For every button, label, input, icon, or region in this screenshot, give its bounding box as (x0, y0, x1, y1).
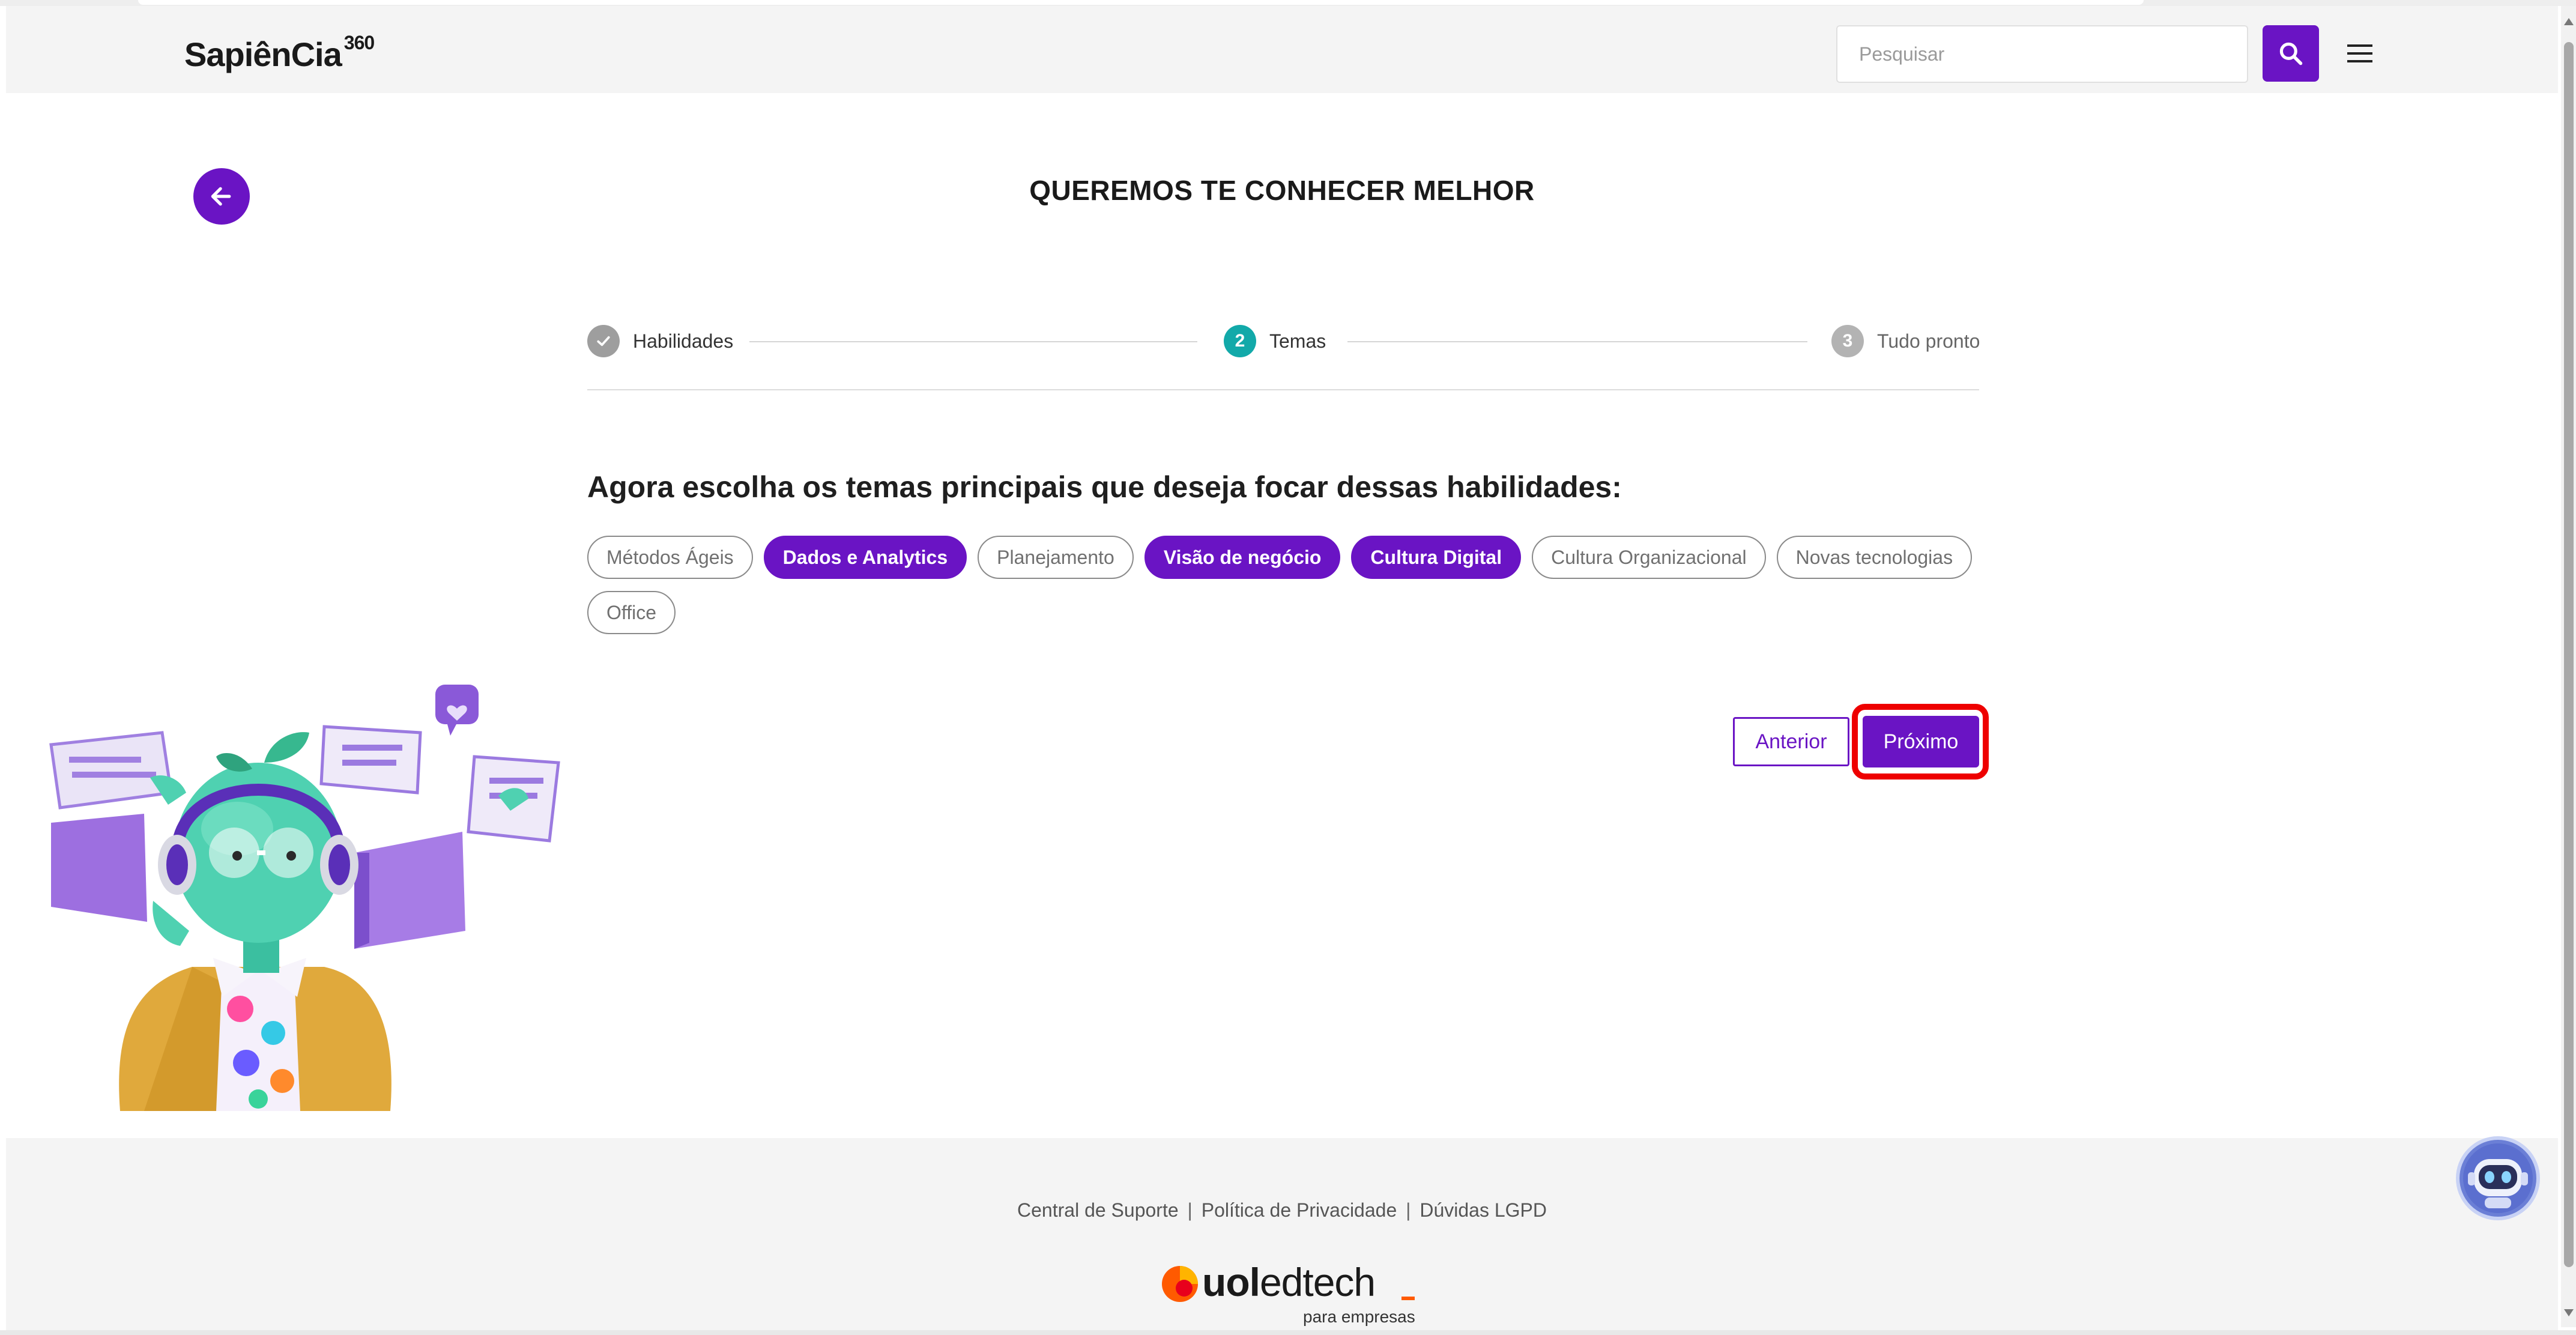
step-label: Habilidades (633, 330, 734, 352)
scroll-down-icon[interactable] (2564, 1309, 2574, 1316)
footer-separator: | (1406, 1199, 1411, 1221)
search-icon (2279, 42, 2303, 65)
brand-edtech: edtech (1259, 1260, 1376, 1304)
topic-chip[interactable]: Cultura Digital (1351, 536, 1522, 579)
check-icon (597, 336, 610, 347)
topic-chip[interactable]: Dados e Analytics (763, 536, 967, 579)
stepper-line-1 (749, 341, 1197, 342)
brand-underscore (1401, 1297, 1415, 1300)
back-button[interactable] (193, 168, 250, 225)
chatbot-button[interactable] (2456, 1136, 2540, 1220)
browser-frame-tab (138, 0, 2144, 5)
uol-sun-icon (1162, 1266, 1198, 1302)
browser-frame-top (0, 0, 2576, 6)
floating-screen-center (319, 725, 422, 795)
page-title: QUEREMOS TE CONHECER MELHOR (1029, 175, 1535, 206)
brand-logo[interactable]: SapiênCia 360 (184, 32, 375, 74)
topic-chip[interactable]: Métodos Ágeis (587, 536, 753, 579)
brand-text: uoledtech (1202, 1259, 1376, 1305)
search-button[interactable] (2263, 25, 2319, 82)
browser-frame-bottom (0, 1330, 2576, 1335)
step-tudo-pronto: 3 Tudo pronto (1831, 324, 1980, 358)
step-completed-circle (587, 325, 620, 357)
step-habilidades: Habilidades (587, 324, 733, 358)
topic-chip[interactable]: Novas tecnologias (1776, 536, 1973, 579)
next-button[interactable]: Próximo (1863, 716, 1979, 767)
brand-uol: uol (1202, 1260, 1260, 1304)
scrollbar-thumb[interactable] (2564, 42, 2574, 1267)
previous-button[interactable]: Anterior (1733, 717, 1849, 766)
step-temas: 2 Temas (1224, 324, 1326, 358)
hamburger-menu-button[interactable] (2336, 34, 2384, 73)
logo-sup: 360 (343, 32, 375, 54)
progress-stepper: Habilidades 2 Temas 3 Tudo pronto (587, 324, 1980, 360)
footer-separator: | (1187, 1199, 1193, 1221)
stepper-divider (587, 389, 1979, 390)
menu-icon (2347, 44, 2372, 62)
step-number: 2 (1224, 325, 1256, 357)
topic-chip[interactable]: Planejamento (978, 536, 1134, 579)
robot-icon (2463, 1143, 2533, 1213)
brand-subtitle: para empresas (1303, 1307, 1415, 1326)
uol-edtech-logo: uoledtech para empresas (1160, 1258, 1424, 1326)
character-illustration (49, 685, 560, 1111)
footer-link-lgpd[interactable]: Dúvidas LGPD (1420, 1199, 1547, 1221)
arrow-left-icon (211, 187, 231, 206)
footer-link-support[interactable]: Central de Suporte (1017, 1199, 1179, 1221)
page-footer: Central de Suporte | Política de Privaci… (6, 1138, 2558, 1330)
floating-screen-left (49, 731, 173, 810)
top-header: SapiênCia 360 (6, 6, 2558, 93)
topic-chips: Métodos Ágeis Dados e Analytics Planejam… (587, 536, 1992, 634)
search-input[interactable] (1836, 25, 2248, 83)
step-label: Temas (1269, 330, 1326, 352)
topic-chip[interactable]: Visão de negócio (1144, 536, 1341, 579)
step-number: 3 (1831, 325, 1864, 357)
footer-links: Central de Suporte | Política de Privaci… (6, 1199, 2558, 1221)
footer-link-privacy[interactable]: Política de Privacidade (1202, 1199, 1397, 1221)
topic-chip[interactable]: Office (587, 591, 676, 634)
scroll-up-icon[interactable] (2564, 18, 2574, 25)
topic-chip[interactable]: Cultura Organizacional (1532, 536, 1766, 579)
stepper-line-2 (1347, 341, 1807, 342)
step-label: Tudo pronto (1877, 330, 1980, 352)
logo-text: SapiênCia (184, 35, 342, 73)
topics-question: Agora escolha os temas principais que de… (587, 470, 1622, 504)
